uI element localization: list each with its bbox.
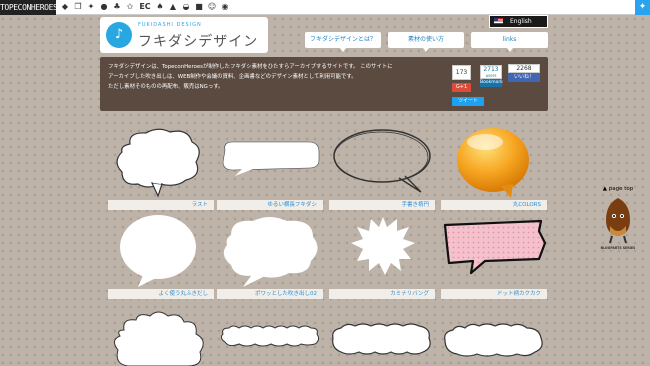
gplus-count: 173: [452, 65, 471, 80]
hatena-bookmark-button[interactable]: Bookmark: [480, 79, 503, 87]
copy-icon[interactable]: ❐: [73, 1, 83, 13]
bubble-card-label[interactable]: 手書き楕円: [329, 200, 435, 210]
bubble-card-label[interactable]: 丸COLORS: [441, 200, 547, 210]
fluffy-wide-thumbnail: [332, 323, 431, 355]
figure-icon[interactable]: ✦: [86, 1, 96, 13]
logo-subtitle: FUKIDASHI DESIGN: [138, 22, 202, 28]
p-icon[interactable]: ■: [194, 1, 204, 13]
intro-line-3: ただし素材そのものの再配布、販売はNGっす。: [108, 84, 224, 90]
us-flag-icon: [494, 18, 503, 24]
brand-link[interactable]: TOPECONHEROES: [0, 0, 58, 15]
star-icon[interactable]: ✩: [125, 1, 135, 13]
ec-link[interactable]: EC: [138, 1, 152, 13]
twitter-icon[interactable]: ✦: [635, 0, 650, 15]
chestnut-character-icon: [606, 198, 630, 244]
page-top-button[interactable]: ▲ page top BLOGPARTS SERIES: [596, 186, 640, 256]
bubble-icon[interactable]: ●: [99, 1, 109, 13]
tweet-button[interactable]: ツイート: [452, 97, 484, 106]
top-toolbar: TOPECONHEROES ◆ ❐ ✦ ● ♣ ✩ EC ♠ ▲ ◒ ■ ☺ ◉…: [0, 0, 650, 15]
soft-cloud-thumbnail: [223, 217, 318, 287]
wide-bubble-thumbnail: [222, 141, 320, 176]
intro-line-1: フキダシデザインは、TopeconHeroesが制作したフキダシ素材をひたすらア…: [108, 64, 393, 70]
live-icon[interactable]: ▲: [168, 1, 178, 13]
language-label: English: [510, 18, 532, 25]
page-top-footer: BLOGPARTS SERIES: [600, 246, 636, 250]
round-bubble-thumbnail: [120, 215, 196, 287]
bubble-card-label[interactable]: よく使う丸ふきだし: [108, 289, 214, 299]
nav-links[interactable]: links: [471, 32, 548, 52]
face-icon[interactable]: ☺: [207, 1, 217, 13]
fluffy-wide-thumbnail: [444, 323, 543, 357]
language-switch[interactable]: English: [489, 15, 548, 28]
leaf-icon[interactable]: ♣: [112, 1, 122, 13]
page-top-label: ▲ page top: [602, 186, 634, 192]
rice-icon[interactable]: ◒: [181, 1, 191, 13]
bubble-card-label[interactable]: ポワッとした吹き出し02: [217, 289, 323, 299]
fluffy-bubble-thumbnail: [114, 311, 204, 366]
facebook-like-label: いいね！: [513, 74, 534, 80]
site-logo[interactable]: ♪ FUKIDASHI DESIGN フキダシデザイン: [100, 17, 268, 53]
nav-usage[interactable]: 素材の使い方: [388, 32, 464, 52]
bubble-card-label[interactable]: ゆるい横長フキダシ: [217, 200, 323, 210]
hand-drawn-ellipse-thumbnail: [333, 129, 431, 193]
dot-box-thumbnail: [443, 219, 547, 275]
intro-line-2: アーカイブした吹き出しは、WEB制作や会議の資料、企画書などのデザイン素材として…: [108, 74, 357, 80]
logo-title: フキダシデザイン: [138, 34, 259, 50]
fluffy-wide-thumbnail: [220, 325, 320, 347]
bubble-card-label[interactable]: ラスト: [108, 200, 214, 210]
tree-icon[interactable]: ♠: [155, 1, 165, 13]
gplus-button[interactable]: G+1: [452, 83, 471, 92]
on-icon[interactable]: ◉: [220, 1, 230, 13]
facebook-count: 2268: [508, 64, 540, 73]
bubble-card-label[interactable]: カミナリバング: [329, 289, 435, 299]
bubble-card-label[interactable]: ドット柄カクカク: [441, 289, 547, 299]
speech-figure-icon: ♪: [106, 22, 132, 48]
hatena-count-box: 2713 users: [480, 65, 502, 79]
tag-icon[interactable]: ◆: [60, 1, 70, 13]
burst-bubble-thumbnail: [351, 217, 415, 275]
cloud-bubble-thumbnail: [116, 128, 200, 198]
orange-ball-thumbnail: [457, 128, 529, 198]
nav-about[interactable]: フキダシデザインとは？: [305, 32, 381, 52]
facebook-like-button[interactable]: いいね！: [508, 73, 540, 82]
site-icons: ◆ ❐ ✦ ● ♣ ✩ EC ♠ ▲ ◒ ■ ☺ ◉: [60, 1, 230, 14]
